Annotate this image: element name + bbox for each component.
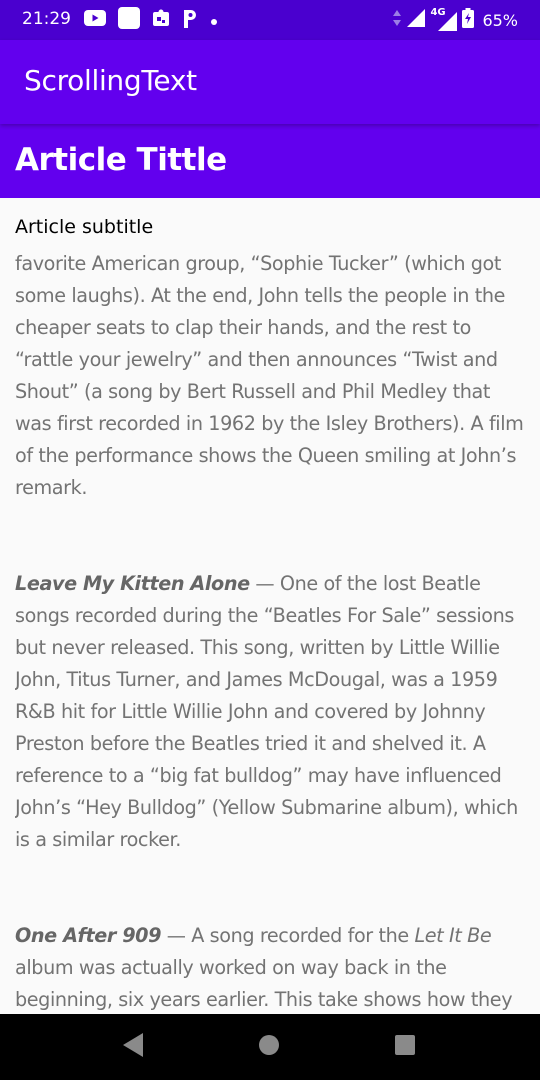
back-triangle-icon xyxy=(121,1032,145,1062)
puzzle-app-icon xyxy=(152,9,170,31)
album-title: Let It Be xyxy=(414,924,492,947)
status-time: 21:29 xyxy=(22,9,71,29)
back-button[interactable] xyxy=(103,1014,163,1080)
article-paragraph: One After 909 — A song recorded for the … xyxy=(15,888,527,1013)
article-title: Article Tittle xyxy=(15,142,227,178)
recents-button[interactable] xyxy=(375,1014,435,1080)
article-body: favorite American group, “Sophie Tucker”… xyxy=(15,245,527,1013)
article-paragraph: favorite American group, “Sophie Tucker”… xyxy=(15,245,527,504)
home-button[interactable] xyxy=(239,1014,299,1080)
paragraph-text: favorite American group, “Sophie Tucker”… xyxy=(15,252,524,499)
youtube-icon xyxy=(84,10,106,30)
paragraph-text: album was actually worked on way back in… xyxy=(15,956,513,1011)
status-icons-left xyxy=(84,7,218,33)
status-bar: 21:29 4G 65% xyxy=(0,0,540,40)
app-title: ScrollingText xyxy=(24,64,197,97)
recents-square-icon xyxy=(394,1034,416,1060)
data-arrows-icon xyxy=(392,9,402,31)
navigation-bar xyxy=(0,1014,540,1080)
app-square-icon xyxy=(118,7,140,33)
battery-percentage: 65% xyxy=(482,10,518,30)
notification-dot-icon xyxy=(210,11,218,30)
status-icons-right: 4G 65% xyxy=(392,7,518,33)
paragraph-text: — A song recorded for the xyxy=(161,924,415,947)
article-heading-bar: Article Tittle xyxy=(0,124,540,198)
paragraph-text: — One of the lost Beatle songs recorded … xyxy=(15,572,518,851)
article-subtitle: Article subtitle xyxy=(15,216,154,238)
article-scroll-view[interactable]: favorite American group, “Sophie Tucker”… xyxy=(15,245,527,1013)
song-title: One After 909 xyxy=(15,924,162,947)
parking-p-icon xyxy=(182,8,198,32)
battery-icon xyxy=(462,8,475,32)
home-circle-icon xyxy=(258,1034,280,1060)
signal-icon xyxy=(406,8,426,32)
article-paragraph: Leave My Kitten Alone — One of the lost … xyxy=(15,536,527,856)
signal-4g-icon: 4G xyxy=(430,7,458,32)
app-bar: ScrollingText xyxy=(0,40,540,124)
song-title: Leave My Kitten Alone xyxy=(15,572,250,595)
